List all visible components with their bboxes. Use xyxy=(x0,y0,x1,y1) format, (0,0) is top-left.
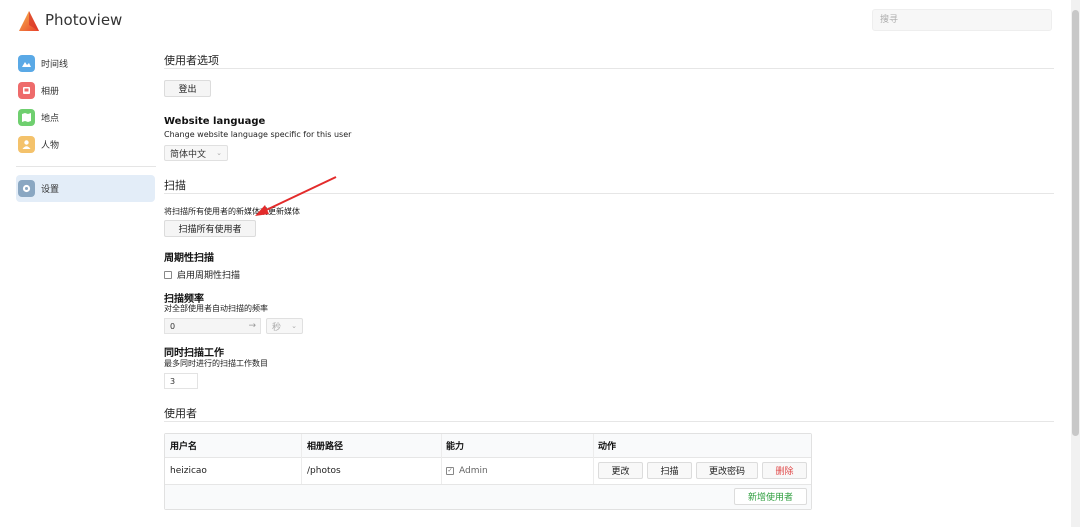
concurrent-scan-input[interactable]: 3 xyxy=(164,373,198,389)
user-capability: ✓ Admin xyxy=(446,457,488,484)
concurrent-scan-title: 同时扫描工作 xyxy=(164,348,224,359)
column-header-actions: 动作 xyxy=(598,442,617,452)
edit-user-button[interactable]: 更改 xyxy=(598,462,643,479)
sidebar-item-label: 地点 xyxy=(41,114,60,124)
sidebar-divider xyxy=(16,166,156,167)
section-divider xyxy=(164,421,1054,422)
scan-frequency-value: 0 xyxy=(170,321,176,331)
sidebar-item-people[interactable]: 人物 xyxy=(16,131,156,158)
change-password-button[interactable]: 更改密码 xyxy=(696,462,758,479)
scan-frequency-input[interactable]: 0 → xyxy=(164,318,261,334)
concurrent-scan-value: 3 xyxy=(170,376,176,386)
column-divider xyxy=(441,434,442,484)
language-desc: Change website language specific for thi… xyxy=(164,130,352,139)
column-header-album-path: 相册路径 xyxy=(307,442,344,452)
scan-frequency-desc: 对全部使用者自动扫描的频率 xyxy=(164,304,268,313)
add-user-button[interactable]: 新增使用者 xyxy=(734,488,807,505)
arrow-right-icon: → xyxy=(248,321,256,331)
language-select[interactable]: 简体中文 ⌄ xyxy=(164,145,228,161)
annotation-arrow-icon xyxy=(255,176,337,216)
scrollbar[interactable] xyxy=(1071,0,1080,527)
sidebar-item-places[interactable]: 地点 xyxy=(16,104,156,131)
chevron-down-icon: ⌄ xyxy=(216,149,222,157)
periodic-scan-option[interactable]: 启用周期性扫描 xyxy=(164,268,240,281)
periodic-scan-checkbox[interactable] xyxy=(164,270,172,279)
sidebar-item-timeline[interactable]: 时间线 xyxy=(16,50,156,77)
scan-user-button[interactable]: 扫描 xyxy=(647,462,692,479)
scan-frequency-unit-value: 秒 xyxy=(272,322,282,333)
table-header xyxy=(165,434,811,458)
user-prefs-title: 使用者选项 xyxy=(164,54,219,67)
column-header-capability: 能力 xyxy=(446,442,465,452)
user-album-path: /photos xyxy=(307,465,341,476)
periodic-scan-label: 启用周期性扫描 xyxy=(177,271,241,281)
sidebar-item-settings[interactable]: 设置 xyxy=(16,175,155,202)
search-input[interactable] xyxy=(872,9,1052,31)
table-footer xyxy=(165,485,811,509)
column-divider xyxy=(593,434,594,484)
header: Photoview xyxy=(0,0,1080,42)
periodic-scan-title: 周期性扫描 xyxy=(164,253,214,264)
sidebar-item-label: 相册 xyxy=(41,87,60,97)
sidebar: 时间线 相册 地点 人物 设置 xyxy=(16,50,156,202)
users-table: 用户名 相册路径 能力 动作 heizicao /photos ✓ Admin … xyxy=(164,433,812,510)
language-title: Website language xyxy=(164,116,266,127)
concurrent-scan-desc: 最多同时进行的扫描工作数目 xyxy=(164,359,268,368)
column-header-username: 用户名 xyxy=(170,442,198,452)
scrollbar-thumb[interactable] xyxy=(1072,10,1079,436)
photoview-logo-icon xyxy=(19,11,39,31)
person-icon xyxy=(18,136,35,153)
user-capability-label: Admin xyxy=(459,465,488,476)
timeline-icon xyxy=(18,55,35,72)
app-title: Photoview xyxy=(45,11,123,29)
sidebar-item-label: 人物 xyxy=(41,141,60,151)
sidebar-item-label: 时间线 xyxy=(41,60,69,70)
scan-all-users-button[interactable]: 扫描所有使用者 xyxy=(164,220,256,237)
users-section-title: 使用者 xyxy=(164,407,197,420)
user-username: heizicao xyxy=(170,465,207,476)
admin-checkbox[interactable]: ✓ xyxy=(446,466,454,475)
album-icon xyxy=(18,82,35,99)
sidebar-item-label: 设置 xyxy=(41,185,60,195)
delete-user-button[interactable]: 删除 xyxy=(762,462,807,479)
column-divider xyxy=(301,434,302,484)
section-divider xyxy=(164,68,1054,69)
language-select-value: 简体中文 xyxy=(170,149,207,160)
scan-section-title: 扫描 xyxy=(164,179,186,192)
gear-icon xyxy=(18,180,35,197)
sidebar-item-albums[interactable]: 相册 xyxy=(16,77,156,104)
scan-frequency-unit-select[interactable]: 秒 ⌄ xyxy=(266,318,303,334)
map-icon xyxy=(18,109,35,126)
logout-button[interactable]: 登出 xyxy=(164,80,211,97)
chevron-down-icon: ⌄ xyxy=(291,322,297,330)
